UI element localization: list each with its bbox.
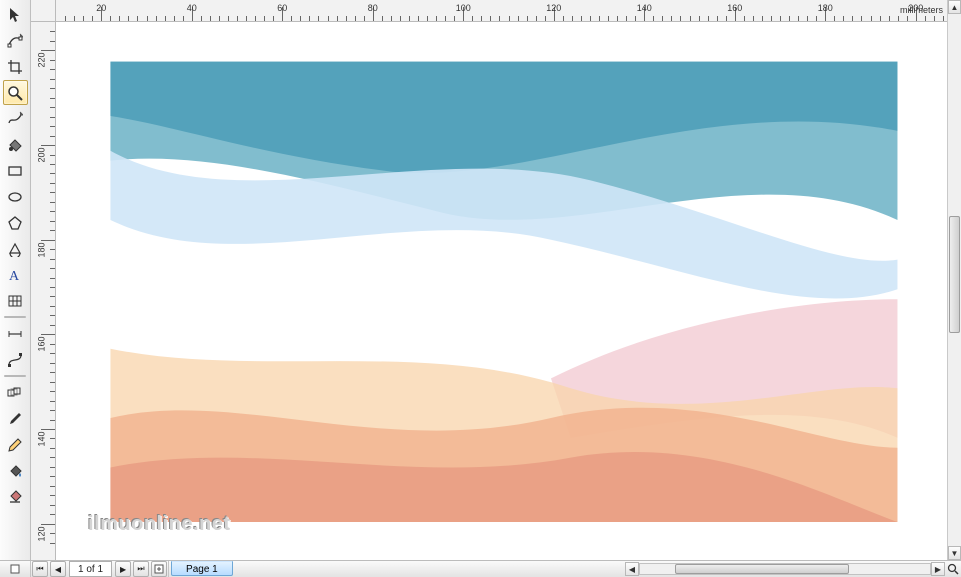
eyedropper-icon <box>7 411 23 427</box>
ruler-tick-label: 60 <box>277 3 287 13</box>
ruler-tick-label: 160 <box>36 337 46 352</box>
polygon-tool[interactable] <box>3 210 28 235</box>
scroll-right-button[interactable]: ▶ <box>931 562 945 576</box>
fill-bucket-icon <box>7 463 23 479</box>
ruler-tick-label: 140 <box>36 431 46 446</box>
blend-icon <box>7 385 23 401</box>
ruler-tick-label: 120 <box>36 526 46 541</box>
navigator-button[interactable] <box>945 563 961 575</box>
magnifier-icon <box>7 85 23 101</box>
ruler-tick-label: 80 <box>368 3 378 13</box>
smart-fill-icon <box>7 137 23 153</box>
freehand-icon <box>7 111 23 127</box>
ruler-tick-label: 120 <box>546 3 561 13</box>
prev-page-button[interactable]: ◀ <box>50 561 66 577</box>
ruler-tick-label: 220 <box>36 53 46 68</box>
scroll-track-vertical[interactable] <box>948 14 961 546</box>
vertical-scrollbar: ▲ ▼ <box>947 0 961 560</box>
rectangle-tool[interactable] <box>3 158 28 183</box>
scroll-left-button[interactable]: ◀ <box>625 562 639 576</box>
ruler-tick-label: 20 <box>96 3 106 13</box>
scroll-thumb-vertical[interactable] <box>949 216 960 333</box>
rectangle-icon <box>7 163 23 179</box>
interactive-fill-icon <box>7 489 23 505</box>
smart-fill-tool[interactable] <box>3 132 28 157</box>
crop-tool[interactable] <box>3 54 28 79</box>
horizontal-ruler[interactable]: millimeters 20406080100120140160180200 <box>56 0 947 22</box>
page-counter: 1 of 1 <box>69 561 112 577</box>
page-tab[interactable]: Page 1 <box>171 561 233 576</box>
pick-tool[interactable] <box>3 2 28 27</box>
horizontal-scrollbar: ◀ ▶ <box>625 562 945 576</box>
ruler-tick-label: 200 <box>908 3 923 13</box>
table-tool[interactable] <box>3 288 28 313</box>
basic-shapes-tool[interactable] <box>3 236 28 261</box>
toolbox: A <box>0 0 31 560</box>
ruler-unit-label-v: millimeters <box>31 515 33 558</box>
color-eyedropper-tool[interactable] <box>3 406 28 431</box>
text-tool[interactable]: A <box>3 262 28 287</box>
scroll-track-horizontal[interactable] <box>639 563 931 575</box>
ellipse-icon <box>7 189 23 205</box>
zoom-tool[interactable] <box>3 80 28 105</box>
scroll-thumb-horizontal[interactable] <box>675 564 849 574</box>
interactive-fill-tool[interactable] <box>3 484 28 509</box>
scroll-up-button[interactable]: ▲ <box>948 0 961 14</box>
svg-text:A: A <box>9 269 20 283</box>
drawing-canvas[interactable]: ilmuonline.net <box>56 22 947 560</box>
node-edit-icon <box>7 33 23 49</box>
ruler-tick-label: 180 <box>818 3 833 13</box>
last-page-button[interactable]: ⏭ <box>133 561 149 577</box>
connector-icon <box>7 352 23 368</box>
cursor-arrow-icon <box>7 7 23 23</box>
plus-page-icon <box>154 564 164 574</box>
basic-shapes-icon <box>7 241 23 257</box>
outline-pen-icon <box>7 437 23 453</box>
navigator-icon <box>947 563 959 575</box>
next-page-button[interactable]: ▶ <box>115 561 131 577</box>
fill-tool[interactable] <box>3 458 28 483</box>
table-icon <box>7 293 23 309</box>
page-navigator: ⏮ ◀ 1 of 1 ▶ ⏭ <box>31 561 169 577</box>
dimension-icon <box>7 326 23 342</box>
crop-icon <box>7 59 23 75</box>
page-icon <box>10 564 20 574</box>
statusbar-corner <box>0 561 31 577</box>
first-page-button[interactable]: ⏮ <box>32 561 48 577</box>
toolbox-separator <box>4 316 26 318</box>
ellipse-tool[interactable] <box>3 184 28 209</box>
status-bar: ⏮ ◀ 1 of 1 ▶ ⏭ Page 1 ◀ ▶ <box>0 560 961 577</box>
ruler-tick-label: 40 <box>187 3 197 13</box>
blend-tool[interactable] <box>3 380 28 405</box>
canvas-artwork <box>56 22 947 547</box>
scroll-down-button[interactable]: ▼ <box>948 546 961 560</box>
shape-tool[interactable] <box>3 28 28 53</box>
ruler-tick-label: 140 <box>637 3 652 13</box>
ruler-tick-label: 200 <box>36 148 46 163</box>
outline-pen-tool[interactable] <box>3 432 28 457</box>
toolbox-separator <box>4 375 26 377</box>
add-page-button[interactable] <box>151 561 167 577</box>
ruler-tick-label: 100 <box>456 3 471 13</box>
ruler-origin[interactable] <box>31 0 56 22</box>
ruler-tick-label: 180 <box>36 242 46 257</box>
freehand-tool[interactable] <box>3 106 28 131</box>
connector-tool[interactable] <box>3 347 28 372</box>
vertical-ruler[interactable]: millimeters 220 200 180 160 140 120 <box>31 22 56 560</box>
polygon-icon <box>7 215 23 231</box>
ruler-tick-label: 160 <box>727 3 742 13</box>
text-icon: A <box>7 267 23 283</box>
dimension-tool[interactable] <box>3 321 28 346</box>
